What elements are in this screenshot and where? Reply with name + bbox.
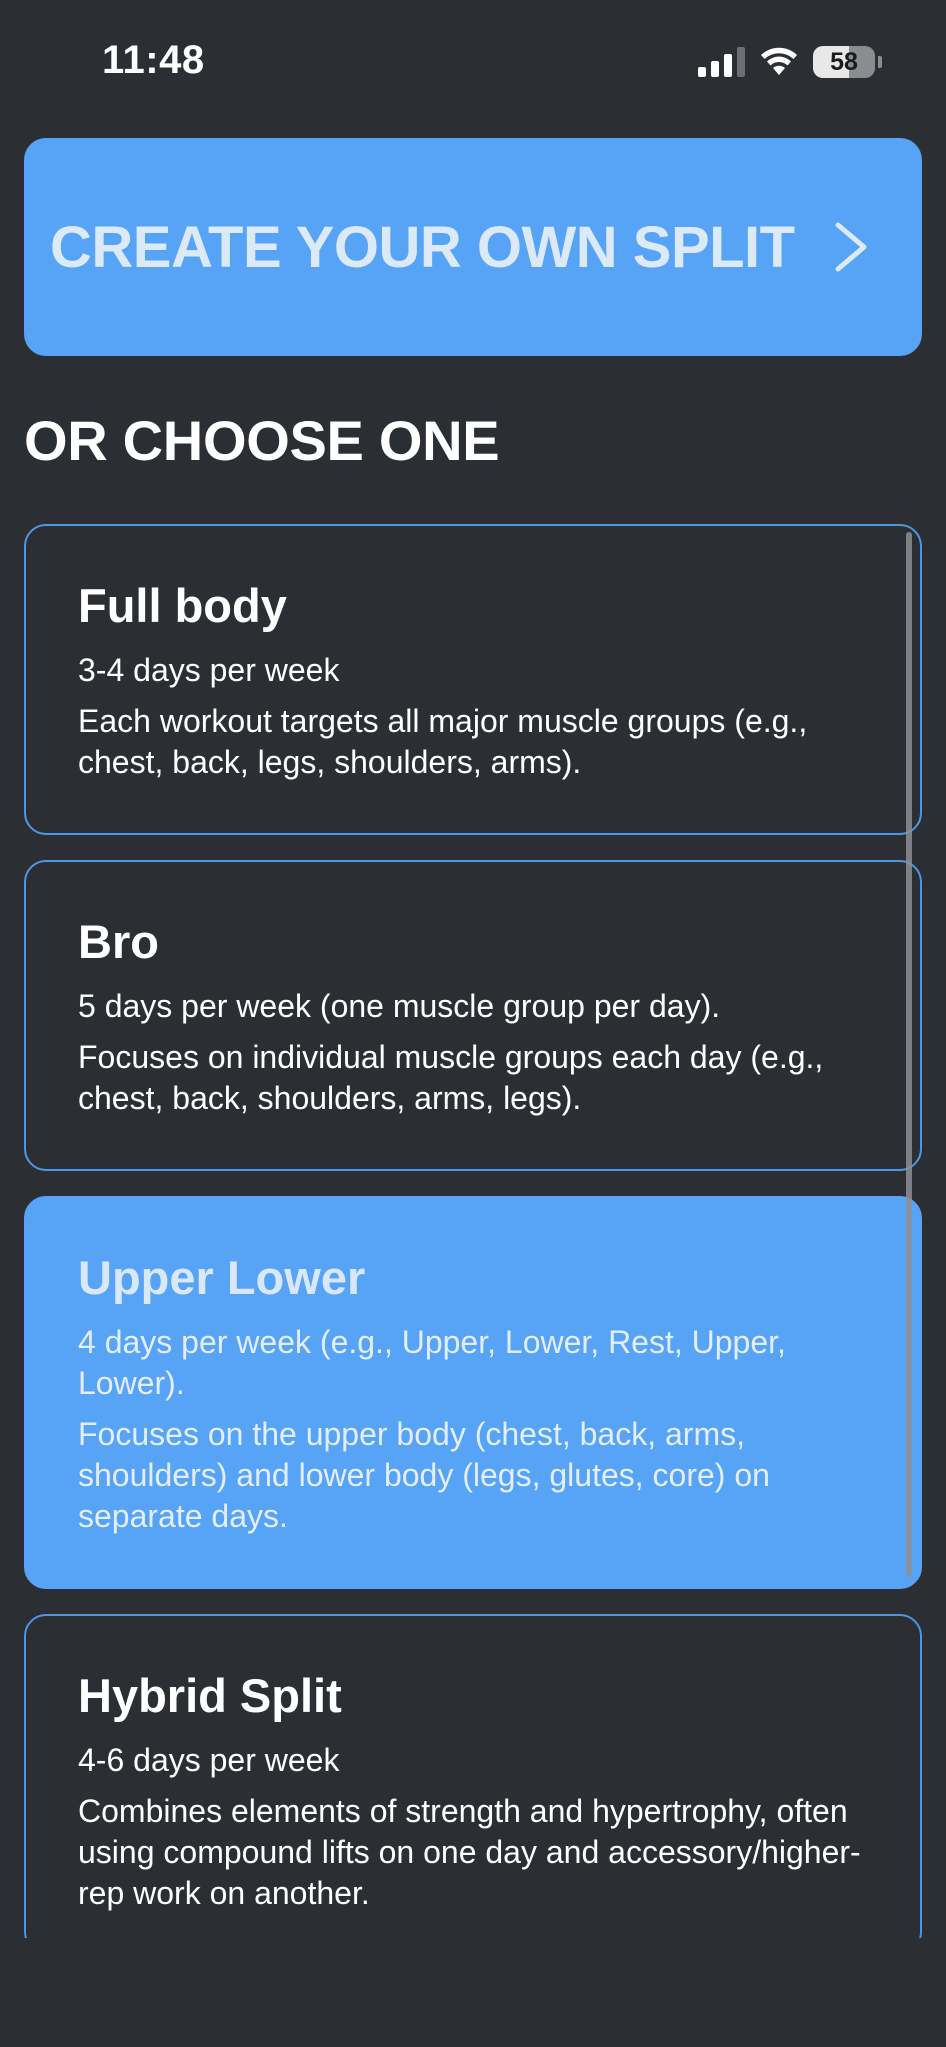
- status-bar: 11:48 58: [0, 0, 946, 125]
- chevron-right-icon: [833, 221, 869, 273]
- split-days: 3-4 days per week: [78, 651, 340, 688]
- split-days: 4-6 days per week: [78, 1741, 340, 1778]
- split-card-full-body[interactable]: Full body 3-4 days per week Each workout…: [24, 524, 922, 835]
- battery-level: 58: [813, 46, 875, 78]
- split-card-hybrid[interactable]: Hybrid Split 4-6 days per week Combines …: [24, 1614, 922, 1954]
- split-title: Full body: [78, 579, 287, 632]
- list-bottom-edge: [0, 1938, 946, 2047]
- split-description: Each workout targets all major muscle gr…: [78, 702, 808, 780]
- split-card-bro[interactable]: Bro 5 days per week (one muscle group pe…: [24, 860, 922, 1171]
- split-description: Focuses on the upper body (chest, back, …: [78, 1415, 770, 1534]
- split-card-upper-lower[interactable]: Upper Lower 4 days per week (e.g., Upper…: [24, 1196, 922, 1589]
- split-days: 4 days per week (e.g., Upper, Lower, Res…: [78, 1323, 786, 1401]
- create-your-own-split-button[interactable]: CREATE YOUR OWN SPLIT: [24, 138, 922, 356]
- create-split-label: CREATE YOUR OWN SPLIT: [50, 214, 795, 280]
- split-description: Focuses on individual muscle groups each…: [78, 1038, 824, 1116]
- split-title: Bro: [78, 915, 159, 968]
- battery-icon: 58: [813, 46, 882, 78]
- split-title: Upper Lower: [78, 1251, 366, 1304]
- wifi-icon: [759, 47, 799, 77]
- status-icons: 58: [698, 44, 882, 80]
- split-title: Hybrid Split: [78, 1669, 342, 1722]
- cellular-signal-icon: [698, 47, 745, 77]
- choose-one-heading: OR CHOOSE ONE: [24, 409, 500, 472]
- scrollbar[interactable]: [906, 532, 912, 1577]
- split-days: 5 days per week (one muscle group per da…: [78, 987, 721, 1024]
- split-description: Combines elements of strength and hypert…: [78, 1792, 861, 1911]
- status-time: 11:48: [102, 38, 205, 82]
